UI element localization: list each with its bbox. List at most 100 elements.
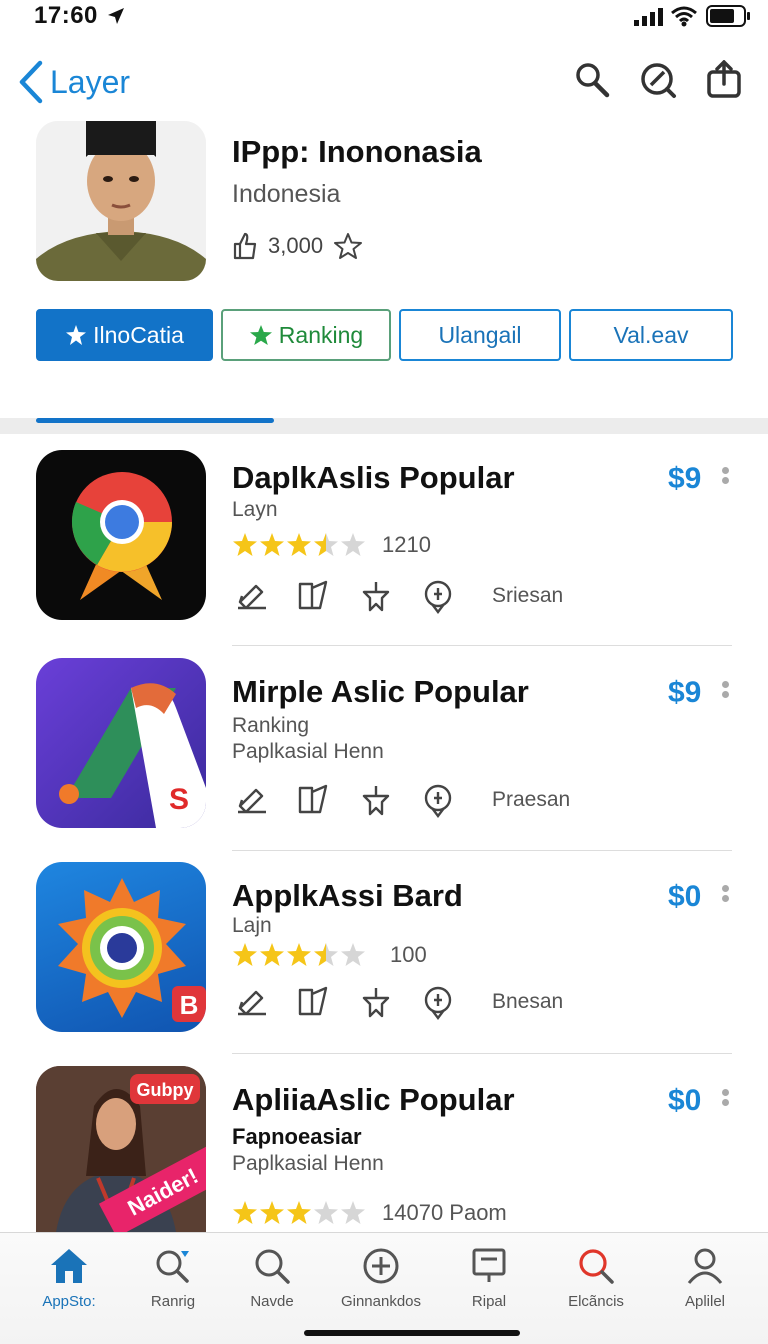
edit-icon[interactable] <box>232 984 272 1020</box>
tabbar-navde[interactable]: Navde <box>217 1247 327 1310</box>
app-category: Ranking <box>232 714 310 737</box>
tabbar-label: Navde <box>250 1293 294 1310</box>
location-pin-icon <box>424 580 452 614</box>
search-sparkle-icon <box>156 1250 189 1283</box>
row-divider <box>232 645 732 646</box>
app-title: Mirple Aslic Popular <box>232 674 529 709</box>
location-label: Bnesan <box>492 990 564 1013</box>
tabbar-label: Ginnankdos <box>340 1293 422 1310</box>
location-arrow-icon <box>108 8 124 24</box>
search-red-icon <box>579 1249 614 1284</box>
app-developer: Layn <box>232 498 278 521</box>
search-icon[interactable] <box>572 60 612 100</box>
star-rating-icon <box>233 533 365 556</box>
app-actions: Praesan <box>232 782 570 818</box>
tab-valeav[interactable]: Val.eav <box>569 309 733 361</box>
pin-tool-icon[interactable] <box>356 782 396 818</box>
tabbar-label: Aplilel <box>684 1293 726 1310</box>
location-label: Sriesan <box>492 584 564 607</box>
rating-count: 1210 <box>382 532 431 557</box>
more-options-icon[interactable] <box>720 678 730 701</box>
status-bar: 17:60 <box>0 0 768 36</box>
tab-inocatia[interactable]: IlnoCatia <box>36 309 213 361</box>
location-pin-icon <box>424 986 452 1020</box>
location-label: Praesan <box>492 788 571 811</box>
back-label: Layer <box>50 63 131 100</box>
pin-tool-icon[interactable] <box>356 984 396 1020</box>
price-button[interactable]: $9 <box>668 462 701 496</box>
rating-stars: 100 <box>232 942 427 968</box>
tab-label: Ranking <box>278 321 364 348</box>
tab-label: IlnoCatia <box>93 321 184 348</box>
compass-search-icon[interactable] <box>638 60 678 100</box>
header-meta: 3,000 <box>232 232 363 260</box>
tabbar-aplilel[interactable]: Aplilel <box>650 1247 760 1310</box>
pin-icon <box>66 325 87 345</box>
app-developer: Lajn <box>232 914 272 937</box>
book-icon[interactable] <box>294 984 334 1020</box>
app-icon-chrome <box>36 450 206 620</box>
star-rating-icon <box>233 1201 365 1224</box>
person-icon <box>687 1248 723 1284</box>
more-options-icon[interactable] <box>720 464 730 487</box>
price-button[interactable]: $0 <box>668 1084 701 1118</box>
home-indicator <box>304 1330 520 1336</box>
tab-ulangail[interactable]: Ulangail <box>399 309 561 361</box>
more-options-icon[interactable] <box>720 1086 730 1109</box>
search-icon <box>255 1249 290 1284</box>
rating-count: 100 <box>390 942 427 967</box>
tabbar-appstore[interactable]: AppSto: <box>14 1247 124 1310</box>
plus-circle-icon <box>363 1248 399 1284</box>
presentation-icon <box>472 1248 506 1282</box>
app-developer: Paplkasial Henn <box>232 740 384 763</box>
tabbar-ginnankdos[interactable]: Ginnankdos <box>326 1247 436 1310</box>
app-title: DaplkAslis Popular <box>232 460 515 495</box>
pin-tool-icon[interactable] <box>356 578 396 614</box>
more-options-icon[interactable] <box>720 882 730 905</box>
rating-count: 14070 Paom <box>382 1200 507 1225</box>
svg-text:S: S <box>169 783 189 816</box>
share-icon[interactable] <box>704 60 744 100</box>
header-rating-count: 3,000 <box>268 233 324 258</box>
tabbar-label: Ripal <box>471 1293 507 1310</box>
book-icon[interactable] <box>294 782 334 818</box>
tab-label: Ulangail <box>438 321 522 348</box>
app-title: ApliiaAslic Popular <box>232 1082 515 1117</box>
chevron-left-icon <box>19 60 43 104</box>
back-button[interactable]: Layer <box>18 60 130 104</box>
app-title: ApplkAssi Bard <box>232 878 463 913</box>
thumbs-up-icon <box>233 232 257 260</box>
nav-bar: Layer <box>0 50 768 114</box>
signal-icon <box>634 8 663 26</box>
book-icon[interactable] <box>294 578 334 614</box>
status-time: 17:60 <box>34 2 98 29</box>
svg-text:B: B <box>180 990 199 1020</box>
location-pin-icon <box>424 784 452 818</box>
price-button[interactable]: $0 <box>668 880 701 914</box>
badge-text: Gubpy <box>137 1080 194 1100</box>
tabbar-ripal[interactable]: Ripal <box>434 1247 544 1310</box>
tabbar-ranking[interactable]: Ranrig <box>118 1247 228 1310</box>
rating-stars: 14070 Paom <box>232 1200 507 1226</box>
app-category: Fapnoeasiar <box>232 1124 362 1149</box>
app-developer: Paplkasial Henn <box>232 1152 384 1175</box>
tab-ranking[interactable]: Ranking <box>221 309 391 361</box>
app-actions: Sriesan <box>232 578 563 614</box>
app-icon-marker: S <box>36 658 206 828</box>
page-title: IPpp: Inononasia <box>232 134 482 169</box>
edit-icon[interactable] <box>232 782 272 818</box>
active-tab-indicator <box>36 418 274 423</box>
price-button[interactable]: $9 <box>668 676 701 710</box>
developer-avatar <box>36 121 206 281</box>
bottom-tab-bar: AppSto: Ranrig Navde Ginnankdos Ripal El… <box>0 1232 768 1344</box>
tabbar-label: Ranrig <box>150 1293 196 1310</box>
row-divider <box>232 1053 732 1054</box>
tabbar-label: Elcãncis <box>568 1293 624 1310</box>
tabbar-elcancis[interactable]: Elcãncis <box>541 1247 651 1310</box>
app-actions: Bnesan <box>232 984 563 1020</box>
edit-icon[interactable] <box>232 578 272 614</box>
star-outline-icon <box>334 233 363 259</box>
tab-label: Val.eav <box>613 321 689 348</box>
star-icon <box>249 325 272 345</box>
star-rating-icon <box>233 943 365 966</box>
